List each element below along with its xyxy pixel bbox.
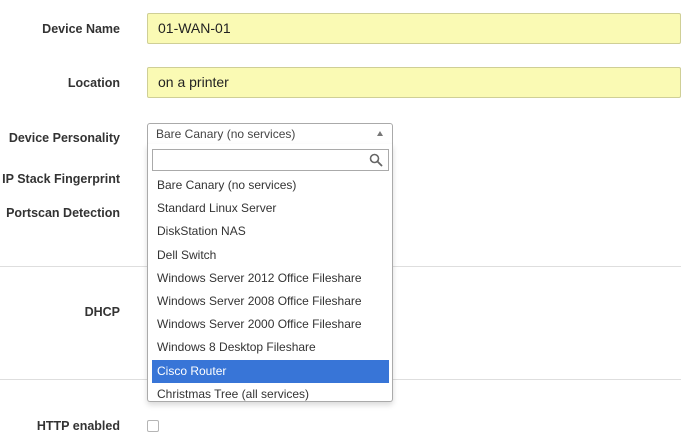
selected-value: Bare Canary (no services) [156,127,296,141]
dropdown-search-input[interactable] [153,150,363,170]
device-name-label: Device Name [42,22,120,36]
dropdown-option[interactable]: Windows Server 2000 Office Fileshare [152,313,389,336]
device-personality-label: Device Personality [8,131,120,145]
dropdown-option[interactable]: Bare Canary (no services) [152,174,389,197]
dhcp-label: DHCP [84,305,120,319]
dropdown-option[interactable]: Windows Server 2012 Office Fileshare [152,267,389,290]
http-enabled-checkbox[interactable] [147,420,159,432]
chevron-up-icon[interactable] [377,131,383,136]
dropdown-option[interactable]: Dell Switch [152,244,389,267]
dropdown-option[interactable]: DiskStation NAS [152,220,389,243]
dropdown-option[interactable]: Windows 8 Desktop Fileshare [152,336,389,359]
ip-stack-fingerprint-label: IP Stack Fingerprint [2,172,120,186]
dropdown-option[interactable]: Christmas Tree (all services) [152,383,389,401]
dropdown-option-highlighted[interactable]: Cisco Router [152,359,389,383]
portscan-detection-label: Portscan Detection [6,206,120,220]
location-label: Location [67,76,120,90]
location-input[interactable]: on a printer [147,67,681,98]
dropdown-search [152,149,389,171]
personality-dropdown: Bare Canary (no services) Standard Linux… [147,144,393,402]
search-icon [369,153,383,167]
device-settings-form: Device Name 01-WAN-01 Location on a prin… [0,0,691,444]
device-name-input[interactable]: 01-WAN-01 [147,13,681,44]
dropdown-option[interactable]: Windows Server 2008 Office Fileshare [152,290,389,313]
dropdown-options: Bare Canary (no services) Standard Linux… [152,174,389,401]
device-personality-select[interactable]: Bare Canary (no services) [147,123,393,145]
http-enabled-label: HTTP enabled [36,419,120,433]
dropdown-option[interactable]: Standard Linux Server [152,197,389,220]
